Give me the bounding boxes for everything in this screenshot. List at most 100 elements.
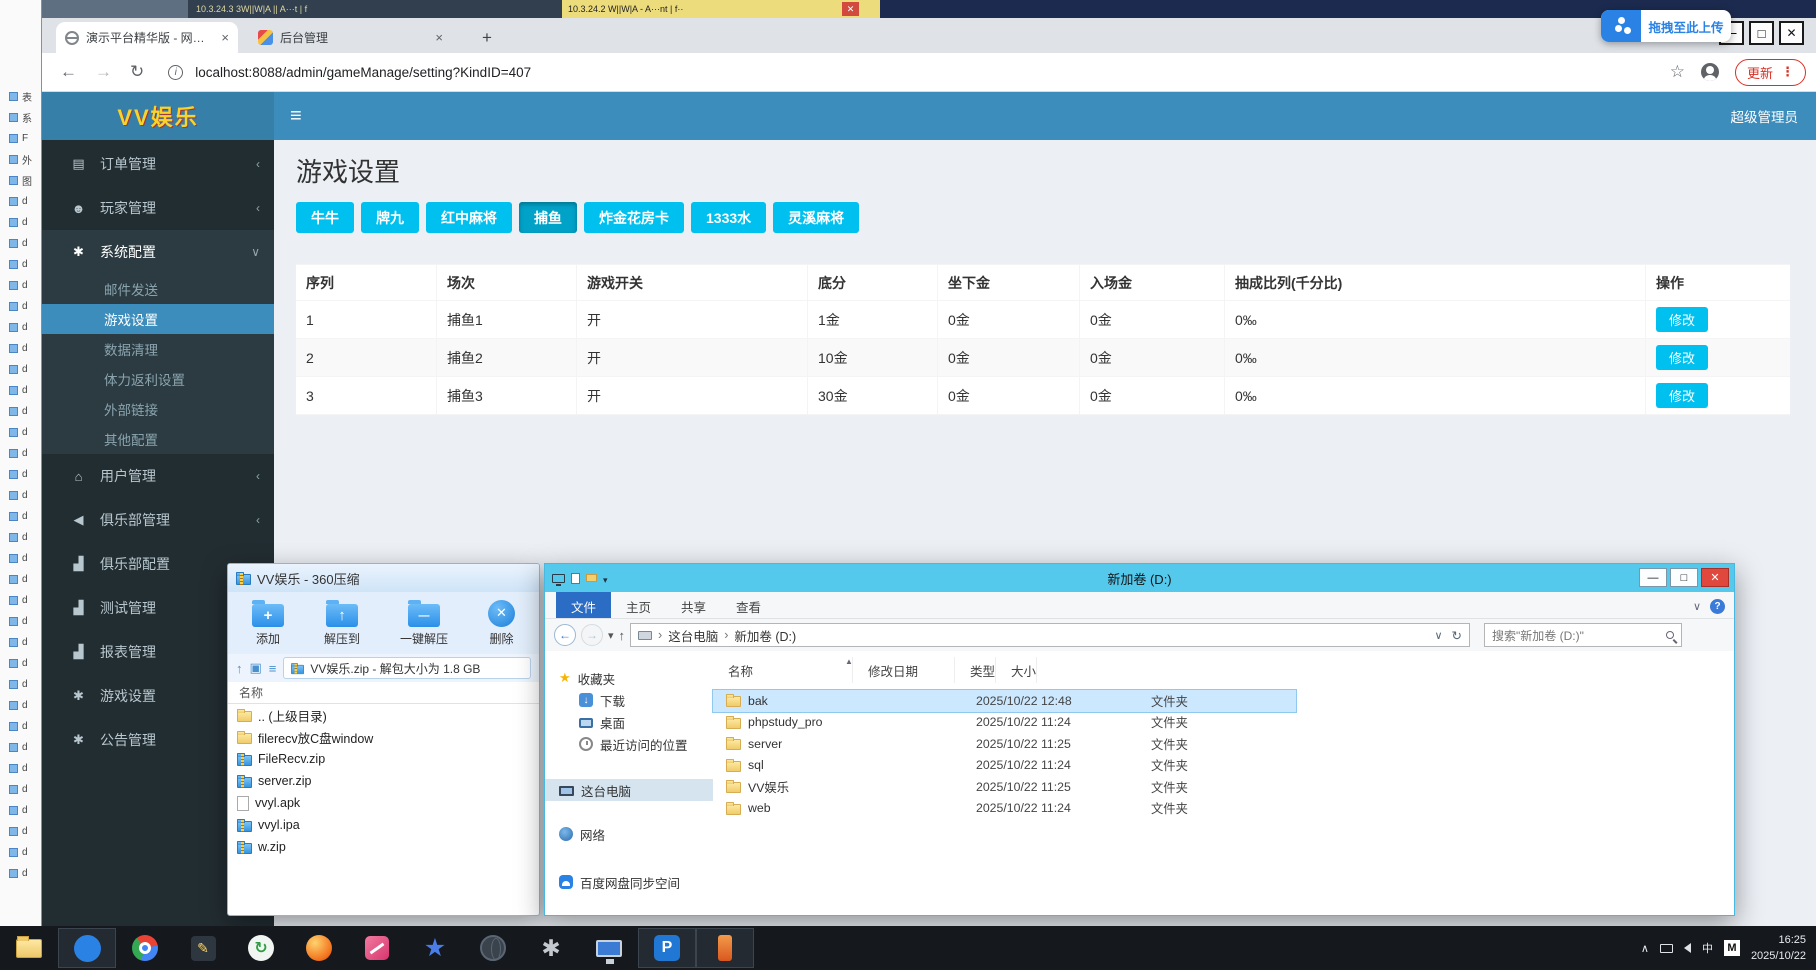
up-icon[interactable]: ↑ [619, 628, 626, 643]
file-row[interactable]: server 2025/10/22 11:25 文件夹 [713, 733, 1296, 755]
nav-item[interactable]: 桌面 [545, 711, 713, 733]
maximize-icon[interactable]: □ [1670, 568, 1698, 587]
archive-tool-button[interactable]: 删除 [487, 599, 515, 647]
up-level-icon[interactable] [236, 661, 243, 676]
nav-baidu-netdisk[interactable]: 百度网盘同步空间 [545, 871, 713, 893]
sidebar-item[interactable]: ☻ 玩家管理 ‹ [42, 186, 274, 230]
archive-file-row[interactable]: server.zip [228, 770, 539, 792]
ribbon-tab[interactable]: 查看 [721, 592, 776, 618]
modify-button[interactable]: 修改 [1656, 307, 1709, 332]
sidebar-item[interactable]: 外部链接 [42, 394, 274, 424]
back-icon[interactable] [60, 62, 77, 82]
address-dropdown-icon[interactable] [1434, 628, 1442, 643]
taskbar-app-button[interactable] [406, 928, 464, 968]
close-tab-icon[interactable]: × [221, 30, 229, 45]
archive-tool-button[interactable]: 添加 [251, 599, 284, 647]
display-tray-icon[interactable] [1659, 943, 1673, 953]
forward-icon[interactable]: → [581, 624, 603, 646]
reload-icon[interactable] [130, 62, 144, 82]
menu-dots-icon[interactable] [1781, 64, 1794, 80]
nav-favorites[interactable]: 收藏夹 [545, 667, 713, 689]
ribbon-tab[interactable]: 文件 [556, 592, 612, 618]
breadcrumb-current[interactable]: 新加卷 (D:) [734, 626, 796, 645]
game-tab-button[interactable]: 炸金花房卡 [584, 202, 684, 233]
sidebar-item[interactable]: 数据清理 [42, 334, 274, 364]
taskbar-app-button[interactable] [0, 928, 58, 968]
sidebar-item[interactable]: ✱ 系统配置 ∨ [42, 230, 274, 274]
taskbar-app-button[interactable] [116, 928, 174, 968]
taskbar-app-button[interactable] [696, 928, 754, 968]
game-tab-button[interactable]: 灵溪麻将 [773, 202, 860, 233]
column-header[interactable]: 大小 [996, 657, 1038, 683]
sidebar-item[interactable]: ▤ 订单管理 ‹ [42, 142, 274, 186]
file-row[interactable]: VV娱乐 2025/10/22 11:25 文件夹 [713, 776, 1296, 798]
list-view-icon[interactable] [269, 661, 277, 676]
profile-icon[interactable] [1700, 63, 1719, 81]
nav-item[interactable]: 最近访问的位置 [545, 733, 713, 755]
breadcrumb[interactable]: 这台电脑 新加卷 (D:) [630, 623, 1471, 647]
new-folder-icon[interactable] [586, 574, 597, 582]
sidebar-item[interactable]: 邮件发送 [42, 274, 274, 304]
tray-expand-icon[interactable] [1641, 942, 1649, 955]
file-row[interactable]: bak 2025/10/22 12:48 文件夹 [712, 689, 1297, 713]
archive-file-row[interactable]: w.zip [228, 836, 539, 858]
qat-dropdown-icon[interactable] [603, 571, 608, 586]
column-header[interactable]: 名称 [713, 657, 853, 683]
close-icon[interactable]: ✕ [1701, 568, 1729, 587]
new-tab-button[interactable]: + [475, 26, 499, 50]
language-indicator[interactable]: 中 [1702, 940, 1713, 956]
modify-button[interactable]: 修改 [1656, 345, 1709, 370]
close-tab-icon[interactable]: × [435, 30, 443, 45]
file-row[interactable]: phpstudy_pro 2025/10/22 11:24 文件夹 [713, 712, 1296, 734]
archive-file-row[interactable]: .. (上级目录) [228, 704, 539, 726]
close-icon[interactable] [1779, 21, 1804, 45]
taskbar-app-button[interactable] [580, 928, 638, 968]
archive-file-row[interactable]: vvyl.apk [228, 792, 539, 814]
archive-file-row[interactable]: filerecv放C盘window [228, 726, 539, 748]
sidebar-item[interactable]: 其他配置 [42, 424, 274, 454]
computer-icon[interactable] [552, 573, 565, 586]
nav-network[interactable]: 网络 [545, 823, 713, 845]
upload-overlay[interactable]: 拖拽至此上传 [1601, 10, 1731, 42]
game-tab-button[interactable]: 红中麻将 [426, 202, 512, 233]
nav-item[interactable]: 下载 [545, 689, 713, 711]
taskbar-app-button[interactable] [348, 928, 406, 968]
taskbar-app-button[interactable] [638, 928, 696, 968]
clock[interactable]: 16:25 2025/10/22 [1751, 932, 1806, 965]
archive-tool-button[interactable]: 解压到 [324, 599, 360, 647]
archive-file-row[interactable]: vvyl.ipa [228, 814, 539, 836]
taskbar-app-button[interactable] [290, 928, 348, 968]
column-header[interactable]: 类型 [955, 657, 997, 683]
game-tab-button[interactable]: 捕鱼 [519, 202, 577, 233]
taskbar-app-button[interactable] [58, 928, 116, 968]
browser-tab-1[interactable]: 演示平台精华版 - 网站后台管理系 × [56, 22, 238, 53]
ribbon-tab[interactable]: 共享 [666, 592, 721, 618]
column-header[interactable]: 修改日期 [853, 657, 955, 683]
archive-name-column[interactable]: 名称 [228, 682, 539, 704]
game-tab-button[interactable]: 牛牛 [296, 202, 354, 233]
breadcrumb-root[interactable]: 这台电脑 [668, 626, 718, 645]
sidebar-item[interactable]: 游戏设置 [42, 304, 274, 334]
taskbar-app-button[interactable] [174, 928, 232, 968]
sidebar-item[interactable]: 体力返利设置 [42, 364, 274, 394]
nav-this-pc[interactable]: 这台电脑 [545, 779, 713, 801]
update-button[interactable]: 更新 [1734, 58, 1806, 86]
sidebar-item[interactable]: ◀ 俱乐部管理 ‹ [42, 498, 274, 542]
taskbar-app-button[interactable] [464, 928, 522, 968]
taskbar-app-button[interactable] [232, 928, 290, 968]
volume-icon[interactable] [1683, 943, 1691, 953]
back-icon[interactable]: ← [554, 624, 576, 646]
maximize-icon[interactable] [1749, 21, 1774, 45]
user-role[interactable]: 超级管理员 [1731, 106, 1816, 126]
history-dropdown-icon[interactable]: ▾ [608, 629, 614, 642]
sidebar-item[interactable]: ⌂ 用户管理 ‹ [42, 454, 274, 498]
forward-icon[interactable] [95, 62, 112, 82]
ribbon-tab[interactable]: 主页 [611, 592, 666, 618]
archive-file-box[interactable]: VV娱乐.zip - 解包大小为 1.8 GB [283, 657, 531, 679]
url-input[interactable] [193, 63, 1094, 81]
help-icon[interactable]: ? [1710, 598, 1725, 614]
game-tab-button[interactable]: 牌九 [361, 202, 419, 233]
file-row[interactable]: web 2025/10/22 11:24 文件夹 [713, 798, 1296, 820]
ime-indicator[interactable]: M [1723, 940, 1740, 956]
game-tab-button[interactable]: 1333水 [691, 202, 767, 233]
